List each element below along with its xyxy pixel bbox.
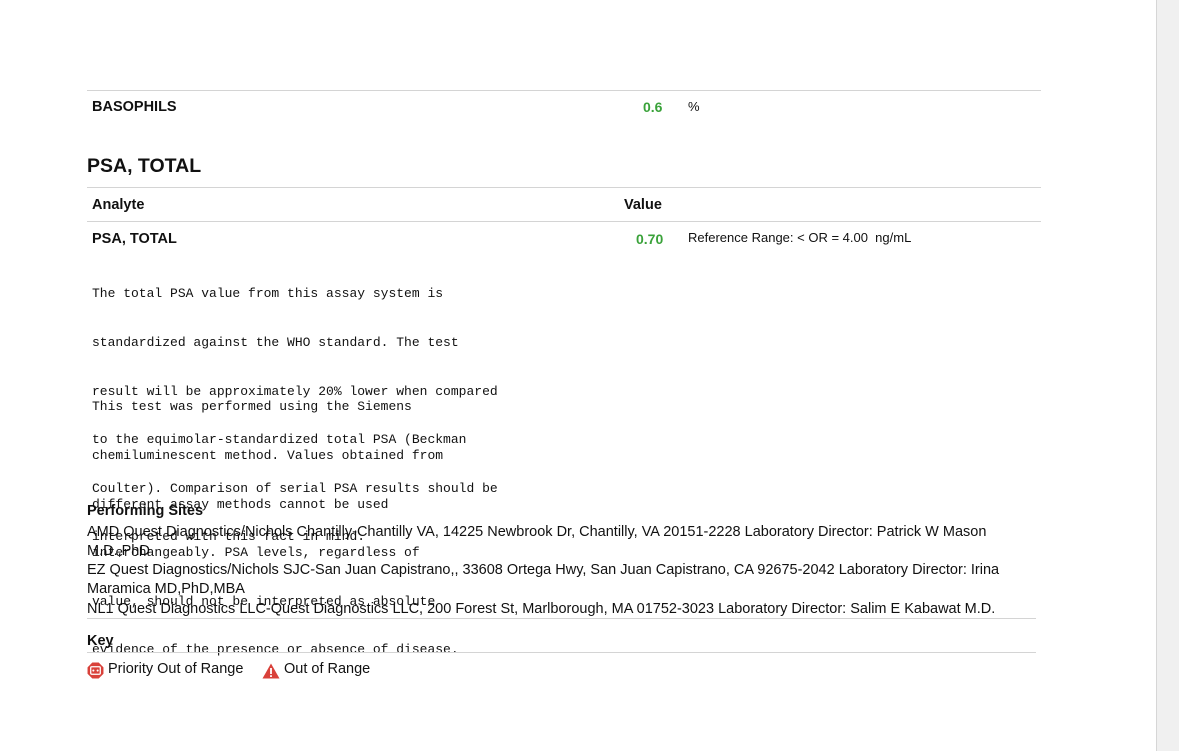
warning-triangle-icon (262, 663, 280, 679)
performing-site-line: NL1 Quest Diagnostics LLC-Quest Diagnost… (87, 601, 996, 617)
key-title: Key (87, 633, 114, 649)
analyte-name-basophils: BASOPHILS (92, 99, 177, 115)
basophils-value: 0.6 (643, 99, 663, 115)
key-out-of-range-label: Out of Range (284, 661, 371, 677)
performing-sites-title: Performing Sites (87, 503, 204, 519)
divider (87, 187, 1041, 188)
key-priority-label: Priority Out of Range (108, 661, 244, 677)
performing-site-line: Maramica MD,PhD,MBA (87, 581, 245, 597)
note-line: The total PSA value from this assay syst… (92, 286, 444, 302)
note-line: standardized against the WHO standard. T… (92, 335, 459, 351)
divider (87, 90, 1041, 91)
column-header-value: Value (624, 197, 662, 213)
psa-value: 0.70 (636, 231, 664, 247)
column-header-analyte: Analyte (92, 197, 145, 213)
note-line: This test was performed using the Siemen… (92, 399, 412, 415)
note-line: chemiluminescent method. Values obtained… (92, 448, 444, 464)
divider (87, 221, 1041, 222)
priority-octagon-icon (87, 662, 104, 679)
performing-site-line: AMD Quest Diagnostics/Nichols Chantilly-… (87, 524, 987, 540)
reference-range: Reference Range: < OR = 4.00 ng/mL (688, 230, 912, 245)
psa-note-paragraph-2: This test was performed using the Siemen… (92, 367, 459, 675)
analyte-name-psa: PSA, TOTAL (92, 231, 177, 247)
scrollbar-gutter[interactable] (1156, 0, 1179, 751)
note-line: evidence of the presence or absence of d… (92, 642, 459, 658)
section-title: PSA, TOTAL (87, 155, 202, 177)
divider (87, 618, 1036, 619)
basophils-unit: % (688, 99, 700, 114)
divider (87, 652, 1036, 653)
performing-site-line: M.D.,PhD (87, 543, 150, 559)
performing-site-line: EZ Quest Diagnostics/Nichols SJC-San Jua… (87, 562, 1000, 578)
